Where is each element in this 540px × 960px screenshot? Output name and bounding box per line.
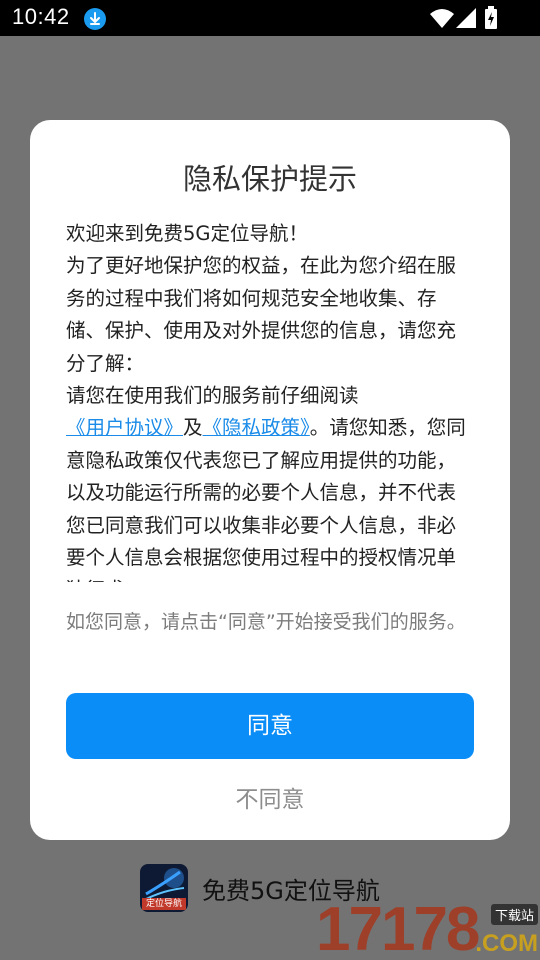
watermark-tag: 下载站 <box>490 904 538 925</box>
watermark-digits: 17178 <box>316 895 480 960</box>
policy-paragraph: 请您在使用我们的服务前仔细阅读《用户协议》及《隐私政策》。请您知悉，您同意隐私政… <box>66 380 474 582</box>
signal-icon <box>456 8 476 32</box>
app-logo-icon: 定位导航 <box>140 864 188 912</box>
privacy-dialog: 隐私保护提示 欢迎来到免费5G定位导航！ 为了更好地保护您的权益，在此为您介绍在… <box>30 120 510 840</box>
site-watermark: 17178 下载站 .COM <box>316 895 540 960</box>
status-bar: 10:42 <box>0 0 540 36</box>
read-suffix-text: 。请您知悉，您同意隐私政策仅代表您已了解应用提供的功能，以及功能运行所需的必要个… <box>66 416 466 582</box>
wifi-icon <box>430 8 454 32</box>
user-agreement-link[interactable]: 《用户协议》 <box>66 416 183 439</box>
privacy-policy-link[interactable]: 《隐私政策》 <box>203 416 310 439</box>
consent-footnote: 如您同意，请点击“同意”开始接受我们的服务。 <box>66 611 466 633</box>
read-prefix-text: 请您在使用我们的服务前仔细阅读 <box>66 384 359 408</box>
intro-text: 为了更好地保护您的权益，在此为您介绍在服务的过程中我们将如何规范安全地收集、存储… <box>66 254 457 375</box>
app-logo-label: 定位导航 <box>142 898 186 910</box>
privacy-content[interactable]: 欢迎来到免费5G定位导航！ 为了更好地保护您的权益，在此为您介绍在服务的过程中我… <box>66 218 474 582</box>
disagree-button[interactable]: 不同意 <box>66 778 474 822</box>
status-time: 10:42 <box>12 4 70 29</box>
greeting-text: 欢迎来到免费5G定位导航！ <box>66 222 309 245</box>
conjunction-text: 及 <box>183 416 203 440</box>
agree-button[interactable]: 同意 <box>66 693 474 759</box>
watermark-suffix: .COM <box>475 930 538 957</box>
battery-icon <box>484 6 498 34</box>
dialog-title: 隐私保护提示 <box>182 162 357 196</box>
download-icon <box>84 8 106 30</box>
